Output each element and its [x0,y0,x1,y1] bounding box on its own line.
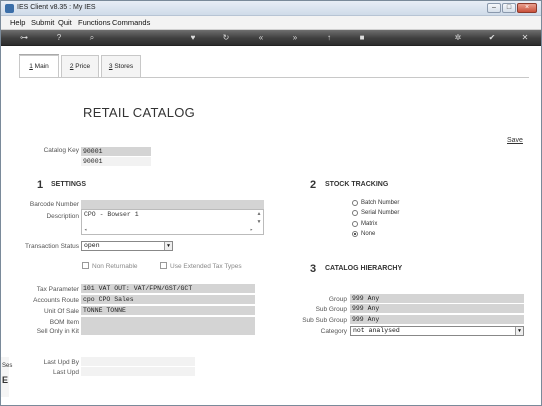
chevron-down-icon: ▼ [164,242,172,250]
extended-tax-label: Use Extended Tax Types [170,263,242,270]
last-upd-by-field [81,357,195,366]
radio-none-label: None [361,231,376,237]
sell-only-kit-field[interactable] [81,326,255,335]
tax-parameter-label: Tax Parameter [36,286,79,293]
stock-tracking-title: STOCK TRACKING [325,181,389,188]
sub-group-label: Sub Group [315,306,347,313]
close-icon[interactable]: ✕ [520,33,530,43]
accounts-route-field[interactable]: cpo CPO Sales [81,295,255,304]
menu-bar: Help Submit Quit Functions Commands [1,16,541,30]
settings-number: 1 [37,179,44,191]
menu-quit[interactable]: Quit [58,18,72,27]
chevron-down-icon: ▼ [515,327,523,335]
sub-group-field[interactable]: 999 Any [350,304,524,313]
transaction-status-select[interactable]: open ▼ [81,241,173,251]
favorite-icon[interactable]: ♥ [188,33,198,43]
minimize-button[interactable]: – [487,3,501,13]
tax-parameter-field[interactable]: 101 VAT OUT: VAT/FPN/GST/GCT [81,284,255,293]
maximize-button[interactable]: □ [502,3,516,13]
app-icon [5,4,14,13]
refresh-icon[interactable]: ↻ [221,33,231,43]
tab-main[interactable]: 1 Main [19,55,59,77]
menu-submit[interactable]: Submit [31,18,54,27]
last-upd-field [81,367,195,376]
transaction-status-value: open [84,242,100,249]
description-text: CPO - Bowser 1 [84,211,139,218]
sell-only-kit-label: Sell Only in Kit [36,328,79,335]
tab-stores[interactable]: 3 Stores [101,55,141,77]
radio-serial-number[interactable] [352,210,358,216]
page-title: RETAIL CATALOG [83,105,196,120]
upload-icon[interactable]: ↑ [324,33,334,43]
transaction-status-label: Transaction Status [25,243,79,250]
radio-matrix-label: Matrix [361,221,378,227]
left-edge-text: Ses [2,363,13,369]
catalog-key-label: Catalog Key [43,147,79,154]
description-hscroll[interactable]: ◂ ▸ [82,227,263,234]
forward-icon[interactable]: » [290,33,300,43]
left-edge-panel: Ses E [1,357,13,397]
key-icon[interactable]: ⊶ [15,33,33,43]
unit-of-sale-label: Unit Of Sale [43,308,79,315]
catalog-key-display: 90001 [81,157,151,166]
last-upd-label: Last Upd [52,369,79,376]
close-window-button[interactable]: × [517,3,537,13]
unit-of-sale-field[interactable]: TONNE TONNE [81,306,255,315]
menu-help[interactable]: Help [10,18,25,27]
rewind-icon[interactable]: « [256,33,266,43]
catalog-hierarchy-title: CATALOG HIERARCHY [325,265,403,272]
last-upd-by-label: Last Upd By [43,359,79,366]
non-returnable-checkbox[interactable] [82,262,89,269]
radio-matrix[interactable] [352,221,358,227]
radio-batch-number-label: Batch Number [361,200,400,206]
check-icon[interactable]: ✔ [487,33,497,43]
stop-icon[interactable]: ■ [357,33,367,43]
sub-sub-group-field[interactable]: 999 Any [350,315,524,324]
radio-none[interactable] [352,231,358,237]
sub-sub-group-label: Sub Sub Group [302,317,347,324]
save-link[interactable]: Save [507,137,523,144]
description-vscroll[interactable]: ▲ ▼ [255,210,263,227]
bom-item-label: BOM Item [49,319,79,326]
catalog-hierarchy-number: 3 [310,263,317,275]
category-select[interactable]: not analysed ▼ [350,326,524,336]
stock-tracking-number: 2 [310,179,317,191]
toolbar: ⊶ ? ⌕ ♥ ↻ « » ↑ ■ ✲ ✔ ✕ [1,30,541,46]
radio-serial-number-label: Serial Number [361,210,400,216]
extended-tax-checkbox[interactable] [160,262,167,269]
search-icon[interactable]: ⌕ [87,33,97,43]
radio-batch-number[interactable] [352,200,358,206]
description-textarea[interactable]: CPO - Bowser 1 ▲ ▼ ◂ ▸ [81,209,264,235]
title-bar: IES Client v8.35 : My IES – □ × [1,1,541,16]
settings-title: SETTINGS [51,181,87,188]
window-title: IES Client v8.35 : My IES [17,4,96,11]
barcode-field[interactable] [81,200,264,209]
catalog-key-field[interactable]: 90001 [81,147,151,156]
help-icon[interactable]: ? [54,33,64,43]
accounts-route-label: Accounts Route [33,297,79,304]
settings-icon[interactable]: ✲ [453,33,463,43]
group-label: Group [328,296,347,303]
category-label: Category [320,328,347,335]
description-label: Description [46,213,79,220]
bom-item-field[interactable] [81,317,255,326]
tab-divider [19,77,529,78]
menu-functions[interactable]: Functions [78,18,111,27]
app-window: IES Client v8.35 : My IES – □ × Help Sub… [0,0,542,406]
menu-commands[interactable]: Commands [112,18,150,27]
tab-price[interactable]: 2 Price [61,55,99,77]
non-returnable-label: Non Returnable [92,263,138,270]
category-value: not analysed [353,327,400,334]
barcode-label: Barcode Number [29,201,79,208]
left-edge-letter: E [2,375,9,385]
group-field[interactable]: 999 Any [350,294,524,303]
